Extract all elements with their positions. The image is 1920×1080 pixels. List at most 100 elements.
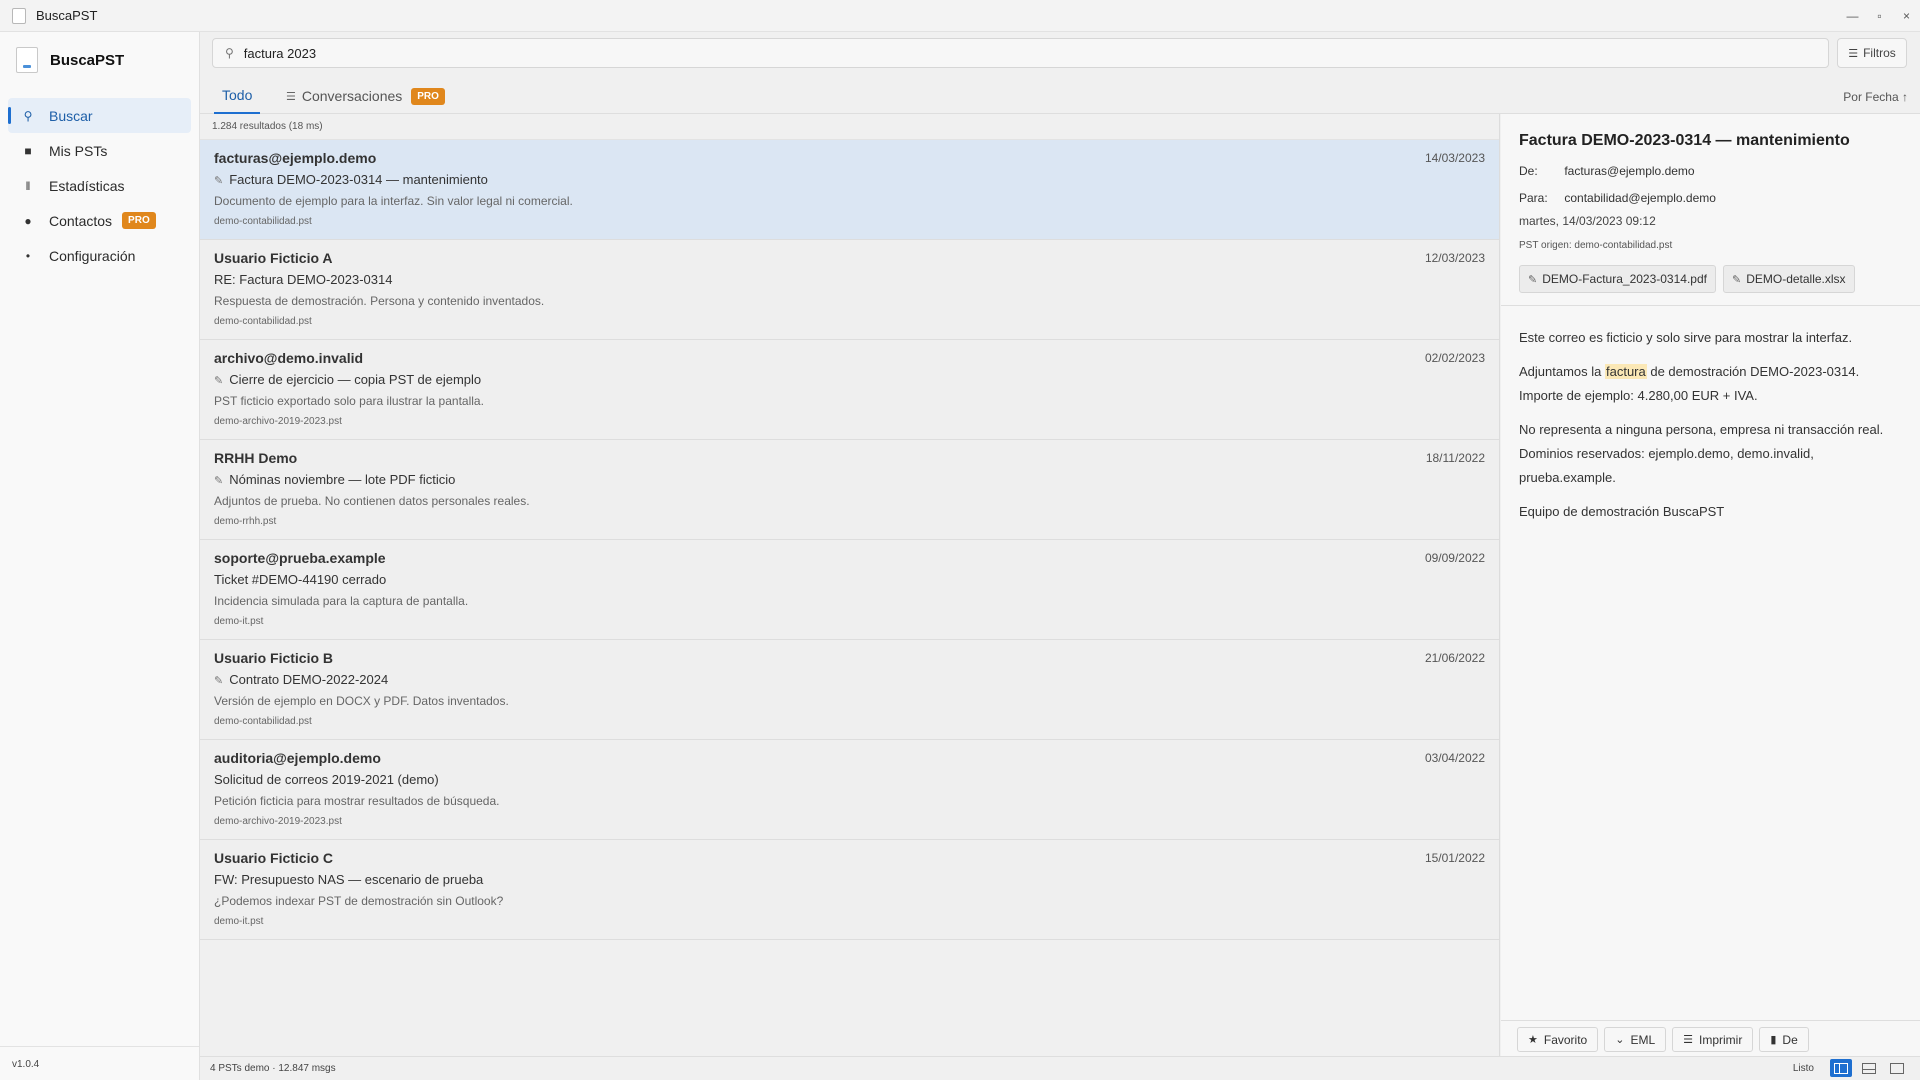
sidebar-item-buscar[interactable]: ⚲ Buscar	[8, 98, 191, 133]
attachments: ✎ DEMO-Factura_2023-0314.pdf ✎ DEMO-deta…	[1519, 265, 1862, 293]
result-source: demo-rrhh.pst	[214, 516, 277, 527]
body-paragraph: No representa a ninguna persona, empresa…	[1519, 422, 1884, 485]
message-header: Factura DEMO-2023-0314 — mantenimiento D…	[1501, 114, 1920, 306]
attachment-name: DEMO-detalle.xlsx	[1746, 272, 1846, 286]
tab-bar: Todo ☰ Conversaciones PRO Por Fecha ↑	[200, 78, 1920, 114]
close-icon[interactable]: ×	[1893, 0, 1920, 32]
from-value[interactable]: facturas@ejemplo.demo	[1564, 164, 1694, 178]
tab-label: Todo	[222, 87, 253, 103]
favorite-button[interactable]: ★ Favorito	[1517, 1027, 1599, 1052]
title-bar: BuscaPST — ▫ ×	[0, 0, 1920, 32]
main-area: ⚲ ☰ Filtros Todo ☰ Conversaciones PRO Po…	[200, 32, 1920, 1080]
sort-selector[interactable]: Por Fecha ↑	[1843, 90, 1908, 104]
sidebar-item-mis-psts[interactable]: ■ Mis PSTs	[0, 133, 199, 168]
results-list: 1.284 resultados (18 ms) facturas@ejempl…	[200, 114, 1500, 1058]
result-preview: Petición ficticia para mostrar resultado…	[214, 794, 500, 808]
result-date: 09/09/2022	[1424, 551, 1485, 565]
sidebar-item-contactos[interactable]: ● Contactos PRO	[0, 203, 199, 238]
result-sender: auditoria@ejemplo.demo	[214, 750, 381, 766]
tab-todo[interactable]: Todo	[214, 78, 261, 114]
tab-conversaciones[interactable]: ☰ Conversaciones PRO	[286, 78, 445, 114]
search-box[interactable]: ⚲	[212, 38, 1829, 68]
result-source: demo-it.pst	[214, 916, 264, 927]
folder-icon: ■	[24, 143, 32, 158]
view-split-vertical-button[interactable]	[1830, 1059, 1852, 1077]
view-controls: Listo	[1793, 1059, 1908, 1077]
view-single-button[interactable]	[1886, 1059, 1908, 1077]
to-value[interactable]: contabilidad@ejemplo.demo	[1564, 191, 1716, 205]
sidebar-item-label: Buscar	[49, 107, 93, 124]
message-date: martes, 14/03/2023 09:12	[1519, 214, 1656, 228]
result-preview: Respuesta de demostración. Persona y con…	[214, 294, 545, 308]
result-row[interactable]: Usuario Ficticio C 15/01/2022 FW: Presupue…	[200, 840, 1499, 940]
status-summary: 4 PSTs demo · 12.847 msgs	[210, 1063, 336, 1074]
result-row[interactable]: soporte@prueba.example 09/09/2022 Ticket #…	[200, 540, 1499, 640]
results-rows: facturas@ejemplo.demo 14/03/2023 ✎ Factura …	[200, 140, 1499, 940]
result-subject: Solicitud de correos 2019-2021 (demo)	[214, 772, 439, 787]
result-row[interactable]: auditoria@ejemplo.demo 03/04/2022 Solicitu…	[200, 740, 1499, 840]
result-row[interactable]: facturas@ejemplo.demo 14/03/2023 ✎ Factura …	[200, 140, 1499, 240]
result-source: demo-contabilidad.pst	[214, 216, 312, 227]
filters-button[interactable]: ☰ Filtros	[1837, 38, 1907, 68]
result-subject: ✎ Cierre de ejercicio — copia PST de ejem…	[214, 372, 481, 387]
print-button[interactable]: ☰ Imprimir	[1672, 1027, 1754, 1052]
action-label: Imprimir	[1699, 1032, 1743, 1047]
result-sender: RRHH Demo	[214, 450, 298, 466]
trash-icon: ▮	[1770, 1034, 1777, 1046]
brand-name: BuscaPST	[50, 51, 125, 69]
search-input[interactable]	[243, 45, 1804, 61]
sidebar-item-estadisticas[interactable]: ǁ Estadísticas	[0, 168, 199, 203]
action-label: De	[1782, 1032, 1798, 1047]
body-text: Adjuntamos la	[1519, 364, 1605, 379]
result-preview: Incidencia simulada para la captura de p…	[214, 594, 469, 608]
view-split-horizontal-button[interactable]	[1858, 1059, 1880, 1077]
tab-label: Conversaciones	[301, 88, 403, 104]
result-row[interactable]: archivo@demo.invalid 02/02/2023 ✎ Cierre de…	[200, 340, 1499, 440]
eml-button[interactable]: ⌄ EML	[1604, 1027, 1667, 1052]
result-sender: Usuario Ficticio C	[214, 850, 334, 866]
attachment-chip[interactable]: ✎ DEMO-detalle.xlsx	[1722, 265, 1855, 293]
logo-icon	[16, 47, 38, 73]
paperclip-icon: ✎	[214, 375, 224, 387]
result-subject-text: Cierre de ejercicio — copia PST de ejemp…	[229, 372, 482, 387]
result-date: 02/02/2023	[1424, 351, 1485, 365]
pro-badge: PRO	[411, 87, 445, 105]
paperclip-icon: ✎	[1731, 273, 1742, 286]
search-row: ⚲ ☰ Filtros	[212, 38, 1912, 70]
result-sender: Usuario Ficticio B	[214, 650, 334, 666]
sidebar-item-label: Configuración	[49, 247, 136, 264]
result-row[interactable]: RRHH Demo 18/11/2022 ✎ Nóminas noviembre — …	[200, 440, 1499, 540]
single-pane-icon	[1890, 1062, 1904, 1074]
search-highlight: factura	[1605, 364, 1647, 379]
filter-icon: ☰	[286, 90, 296, 103]
result-row[interactable]: Usuario Ficticio B 21/06/2022 ✎ Contrato DE…	[200, 640, 1499, 740]
result-date: 15/01/2022	[1424, 851, 1485, 865]
sidebar-item-configuracion[interactable]: • Configuración	[0, 238, 199, 273]
maximize-icon[interactable]: ▫	[1866, 0, 1893, 32]
paperclip-icon: ✎	[214, 475, 224, 487]
pro-badge: PRO	[122, 212, 156, 229]
search-icon: ⚲	[225, 46, 234, 60]
results-count: 1.284 resultados (18 ms)	[200, 114, 1499, 140]
result-subject: Ticket #DEMO-44190 cerrado	[214, 572, 386, 587]
gear-icon: •	[25, 248, 31, 263]
result-subject-text: Solicitud de correos 2019-2021 (demo)	[214, 772, 439, 787]
status-ready: Listo	[1792, 1062, 1814, 1074]
paperclip-icon: ✎	[214, 175, 224, 187]
paperclip-icon: ✎	[1528, 273, 1538, 286]
attachment-chip[interactable]: ✎ DEMO-Factura_2023-0314.pdf	[1519, 265, 1716, 293]
minimize-icon[interactable]: —	[1839, 0, 1866, 32]
download-icon: ⌄	[1615, 1034, 1625, 1046]
brand: BuscaPST	[0, 32, 199, 88]
result-source: demo-archivo-2019-2023.pst	[214, 816, 342, 827]
filter-icon: ☰	[1848, 47, 1859, 60]
result-source: demo-archivo-2019-2023.pst	[214, 416, 342, 427]
result-sender: archivo@demo.invalid	[214, 350, 364, 366]
delete-button[interactable]: ▮ De	[1759, 1027, 1809, 1052]
status-bar: 4 PSTs demo · 12.847 msgs Listo	[200, 1056, 1920, 1080]
star-icon: ★	[1528, 1034, 1538, 1046]
body-paragraph: Equipo de demostración BuscaPST	[1519, 504, 1725, 519]
body-paragraph: Este correo es ficticio y solo sirve par…	[1519, 330, 1853, 345]
sidebar-item-label: Estadísticas	[49, 177, 125, 194]
result-row[interactable]: Usuario Ficticio A 12/03/2023 RE: Factura …	[200, 240, 1499, 340]
